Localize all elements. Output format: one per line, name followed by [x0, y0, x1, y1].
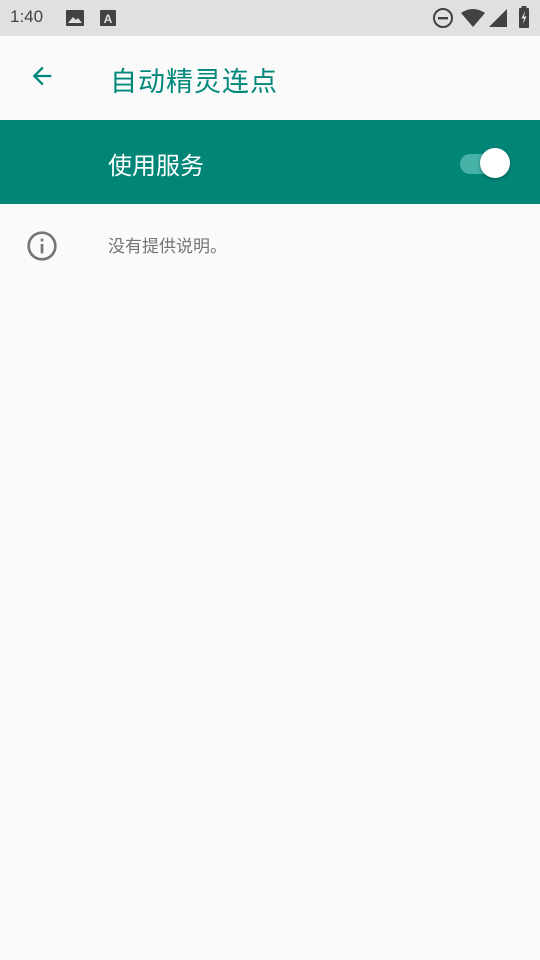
wifi-icon [461, 8, 485, 32]
use-service-switch[interactable] [460, 148, 512, 178]
signal-icon [488, 8, 508, 32]
use-service-label: 使用服务 [108, 152, 204, 180]
svg-text:A: A [104, 12, 113, 26]
battery-icon [518, 6, 530, 32]
no-description-text: 没有提供说明。 [108, 237, 227, 257]
arrow-back-icon [28, 62, 56, 94]
info-row: 没有提供说明。 [0, 204, 540, 284]
image-icon [65, 8, 85, 32]
page-title: 自动精灵连点 [110, 67, 278, 98]
switch-thumb [480, 148, 510, 178]
info-icon [26, 230, 58, 266]
use-service-row[interactable]: 使用服务 [0, 120, 540, 204]
do-not-disturb-icon [432, 7, 454, 33]
text-a-icon: A [99, 8, 117, 32]
status-bar: 1:40 A [0, 0, 540, 36]
status-time: 1:40 [10, 7, 44, 26]
app-bar: 自动精灵连点 [0, 36, 540, 120]
back-button[interactable] [20, 56, 64, 100]
